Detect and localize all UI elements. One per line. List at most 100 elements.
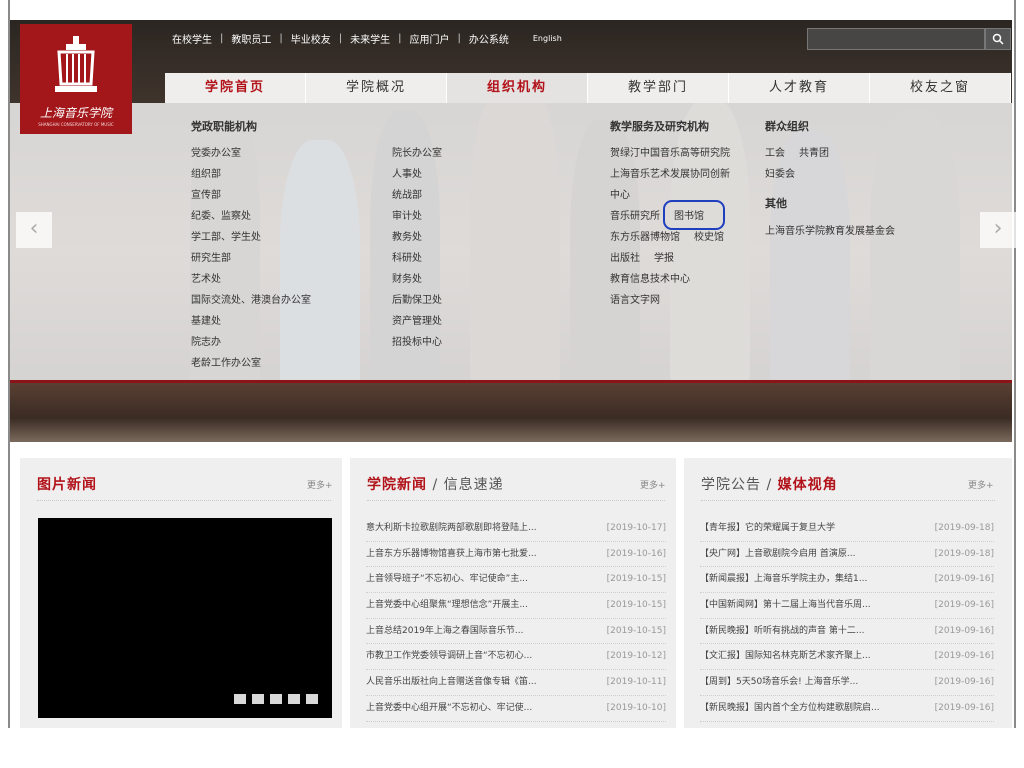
news-item-date: [2019-10-15] bbox=[606, 625, 666, 636]
list-item[interactable]: 【周到】5天50场音乐会! 上海音乐学... [2019-09-16] bbox=[700, 670, 994, 696]
list-item[interactable]: 【文汇报】国际知名林克斯艺术家齐聚上... [2019-09-16] bbox=[700, 644, 994, 671]
list-item[interactable]: 【新民晚报】听听有挑战的声音 第十二... [2019-09-16] bbox=[700, 619, 994, 645]
list-item[interactable]: 上音党委中心组聚焦“理想信念”开展主... [2019-10-15] bbox=[366, 593, 666, 619]
link-future-students[interactable]: 未来学生 bbox=[350, 31, 390, 46]
notice-item-title[interactable]: 【青年报】它的荣耀属于复旦大学 bbox=[700, 516, 835, 540]
menu-item-instrument-museum[interactable]: 东方乐器博物馆 bbox=[610, 227, 680, 248]
link-alumni[interactable]: 毕业校友 bbox=[291, 31, 331, 46]
news-item-title[interactable]: 意大利斯卡拉歌剧院两部歌剧即将登陆上... bbox=[366, 516, 537, 540]
notice-item-title[interactable]: 【周到】5天50场音乐会! 上海音乐学... bbox=[700, 670, 858, 694]
menu-item[interactable]: 基建处 bbox=[191, 311, 311, 332]
notice-title-secondary[interactable]: 媒体视角 bbox=[778, 477, 838, 493]
nav-home[interactable]: 学院首页 bbox=[165, 73, 306, 103]
news-item-title[interactable]: 上音党委中心组聚焦“理想信念”开展主... bbox=[366, 593, 528, 617]
menu-item-music-research[interactable]: 音乐研究所 bbox=[610, 206, 660, 227]
link-app-portal[interactable]: 应用门户 bbox=[410, 31, 450, 46]
pager-dot[interactable] bbox=[270, 694, 282, 704]
carousel-prev-icon[interactable]: ‹ bbox=[16, 212, 52, 248]
list-item[interactable]: 【央广网】上音歌剧院今启用 首演原... [2019-09-18] bbox=[700, 542, 994, 568]
school-logo[interactable]: 上海音乐学院 SHANGHAI CONSERVATORY OF MUSIC bbox=[20, 24, 132, 134]
menu-item[interactable]: 审计处 bbox=[392, 206, 442, 227]
news-more-link[interactable]: 更多+ bbox=[640, 478, 666, 491]
menu-item[interactable]: 教务处 bbox=[392, 227, 442, 248]
menu-item[interactable]: 院志办 bbox=[191, 332, 311, 353]
menu-item[interactable]: 院长办公室 bbox=[392, 143, 442, 164]
menu-item[interactable]: 科研处 bbox=[392, 248, 442, 269]
list-item[interactable]: 【新闻晨报】上海音乐学院主办，集结1... [2019-09-16] bbox=[700, 567, 994, 594]
menu-item-womens-committee[interactable]: 妇委会 bbox=[765, 164, 795, 185]
news-item-title[interactable]: 上音领导班子“不忘初心、牢记使命”主... bbox=[366, 567, 528, 591]
menu-item[interactable]: 学工部、学生处 bbox=[191, 227, 311, 248]
menu-item-innovation[interactable]: 上海音乐艺术发展协同创新 bbox=[610, 164, 730, 185]
link-english[interactable]: English bbox=[533, 34, 562, 43]
notice-item-title[interactable]: 【央广网】上音歌剧院今启用 首演原... bbox=[700, 542, 855, 566]
nav-overview[interactable]: 学院概况 bbox=[306, 73, 447, 103]
nav-organization[interactable]: 组织机构 bbox=[447, 73, 588, 103]
pager-dot[interactable] bbox=[252, 694, 264, 704]
notice-item-date: [2019-09-16] bbox=[934, 600, 994, 611]
list-item[interactable]: 【青年报】它的荣耀属于复旦大学 [2019-09-18] bbox=[700, 516, 994, 542]
menu-item[interactable]: 后勤保卫处 bbox=[392, 290, 442, 311]
list-item[interactable]: 【新民晚报】国内首个全方位构建歌剧院启... [2019-09-16] bbox=[700, 696, 994, 722]
carousel-next-icon[interactable]: › bbox=[980, 212, 1016, 248]
list-item[interactable]: 市教卫工作党委领导调研上音“不忘初心... [2019-10-12] bbox=[366, 644, 666, 671]
link-current-students[interactable]: 在校学生 bbox=[172, 31, 212, 46]
notice-more-link[interactable]: 更多+ bbox=[968, 478, 994, 491]
menu-item-union[interactable]: 工会 bbox=[765, 143, 785, 164]
news-item-title[interactable]: 市教卫工作党委领导调研上音“不忘初心... bbox=[366, 644, 532, 668]
notice-item-title[interactable]: 【新民晚报】听听有挑战的声音 第十二... bbox=[700, 619, 864, 643]
menu-item[interactable]: 宣传部 bbox=[191, 185, 311, 206]
menu-item[interactable]: 研究生部 bbox=[191, 248, 311, 269]
menu-item[interactable]: 人事处 bbox=[392, 164, 442, 185]
menu-item-history-museum[interactable]: 校史馆 bbox=[694, 227, 724, 248]
menu-item-language-site[interactable]: 语言文字网 bbox=[610, 290, 660, 311]
news-item-title[interactable]: 上音党委中心组开展“不忘初心、牢记使... bbox=[366, 696, 532, 720]
list-item[interactable]: 上音东方乐器博物馆喜获上海市第七批爱... [2019-10-16] bbox=[366, 542, 666, 568]
menu-item[interactable]: 资产管理处 bbox=[392, 311, 442, 332]
nav-alumni[interactable]: 校友之窗 bbox=[870, 73, 1011, 103]
menu-item[interactable]: 招投标中心 bbox=[392, 332, 442, 353]
menu-item[interactable]: 组织部 bbox=[191, 164, 311, 185]
menu-item[interactable]: 党委办公室 bbox=[191, 143, 311, 164]
notice-list: 【青年报】它的荣耀属于复旦大学 [2019-09-18] 【央广网】上音歌剧院今启… bbox=[700, 516, 994, 722]
news-title-secondary[interactable]: 信息速递 bbox=[444, 477, 504, 493]
pager-dot[interactable] bbox=[288, 694, 300, 704]
menu-item[interactable]: 纪委、监察处 bbox=[191, 206, 311, 227]
nav-teaching-departments[interactable]: 教学部门 bbox=[588, 73, 729, 103]
menu-item[interactable]: 财务处 bbox=[392, 269, 442, 290]
notice-item-title[interactable]: 【新民晚报】国内首个全方位构建歌剧院启... bbox=[700, 696, 880, 720]
menu-item-research-institute[interactable]: 贺绿汀中国音乐高等研究院 bbox=[610, 143, 730, 164]
list-item[interactable]: 人民音乐出版社向上音赠送音像专辑《笛... [2019-10-11] bbox=[366, 670, 666, 696]
news-item-title[interactable]: 上音东方乐器博物馆喜获上海市第七批爱... bbox=[366, 542, 537, 566]
pager-dot[interactable] bbox=[306, 694, 318, 704]
link-staff[interactable]: 教职员工 bbox=[231, 31, 271, 46]
notice-item-title[interactable]: 【文汇报】国际知名林克斯艺术家齐聚上... bbox=[700, 644, 871, 668]
menu-item[interactable]: 统战部 bbox=[392, 185, 442, 206]
list-item[interactable]: 【中国新闻网】第十二届上海当代音乐周... [2019-09-16] bbox=[700, 593, 994, 619]
news-title-main[interactable]: 学院新闻 bbox=[367, 477, 427, 493]
menu-item-press[interactable]: 出版社 bbox=[610, 248, 640, 269]
news-item-title[interactable]: 上音总结2019年上海之春国际音乐节... bbox=[366, 619, 524, 643]
menu-item-youth-league[interactable]: 共青团 bbox=[799, 143, 829, 164]
menu-item[interactable]: 艺术处 bbox=[191, 269, 311, 290]
menu-item[interactable]: 老龄工作办公室 bbox=[191, 353, 311, 374]
list-item[interactable]: 上音领导班子“不忘初心、牢记使命”主... [2019-10-15] bbox=[366, 567, 666, 594]
menu-item-it-center[interactable]: 教育信息技术中心 bbox=[610, 269, 690, 290]
link-office-system[interactable]: 办公系统 bbox=[469, 31, 509, 46]
list-item[interactable]: 上音总结2019年上海之春国际音乐节... [2019-10-15] bbox=[366, 619, 666, 645]
search-input[interactable] bbox=[807, 28, 985, 50]
list-item[interactable]: 上音党委中心组开展“不忘初心、牢记使... [2019-10-10] bbox=[366, 696, 666, 722]
notice-title-main[interactable]: 学院公告 bbox=[701, 477, 761, 493]
menu-item[interactable]: 国际交流处、港澳台办公室 bbox=[191, 290, 311, 311]
list-item[interactable]: 意大利斯卡拉歌剧院两部歌剧即将登陆上... [2019-10-17] bbox=[366, 516, 666, 542]
photo-news-more-link[interactable]: 更多+ bbox=[307, 478, 333, 491]
search-button[interactable] bbox=[985, 28, 1011, 50]
news-item-title[interactable]: 人民音乐出版社向上音赠送音像专辑《笛... bbox=[366, 670, 537, 694]
nav-education[interactable]: 人才教育 bbox=[729, 73, 870, 103]
photo-news-slideshow[interactable] bbox=[38, 518, 332, 718]
notice-item-title[interactable]: 【中国新闻网】第十二届上海当代音乐周... bbox=[700, 593, 871, 617]
notice-item-title[interactable]: 【新闻晨报】上海音乐学院主办，集结1... bbox=[700, 567, 867, 591]
pager-dot[interactable] bbox=[234, 694, 246, 704]
menu-item-journal[interactable]: 学报 bbox=[654, 248, 674, 269]
menu-item-foundation[interactable]: 上海音乐学院教育发展基金会 bbox=[765, 221, 895, 242]
